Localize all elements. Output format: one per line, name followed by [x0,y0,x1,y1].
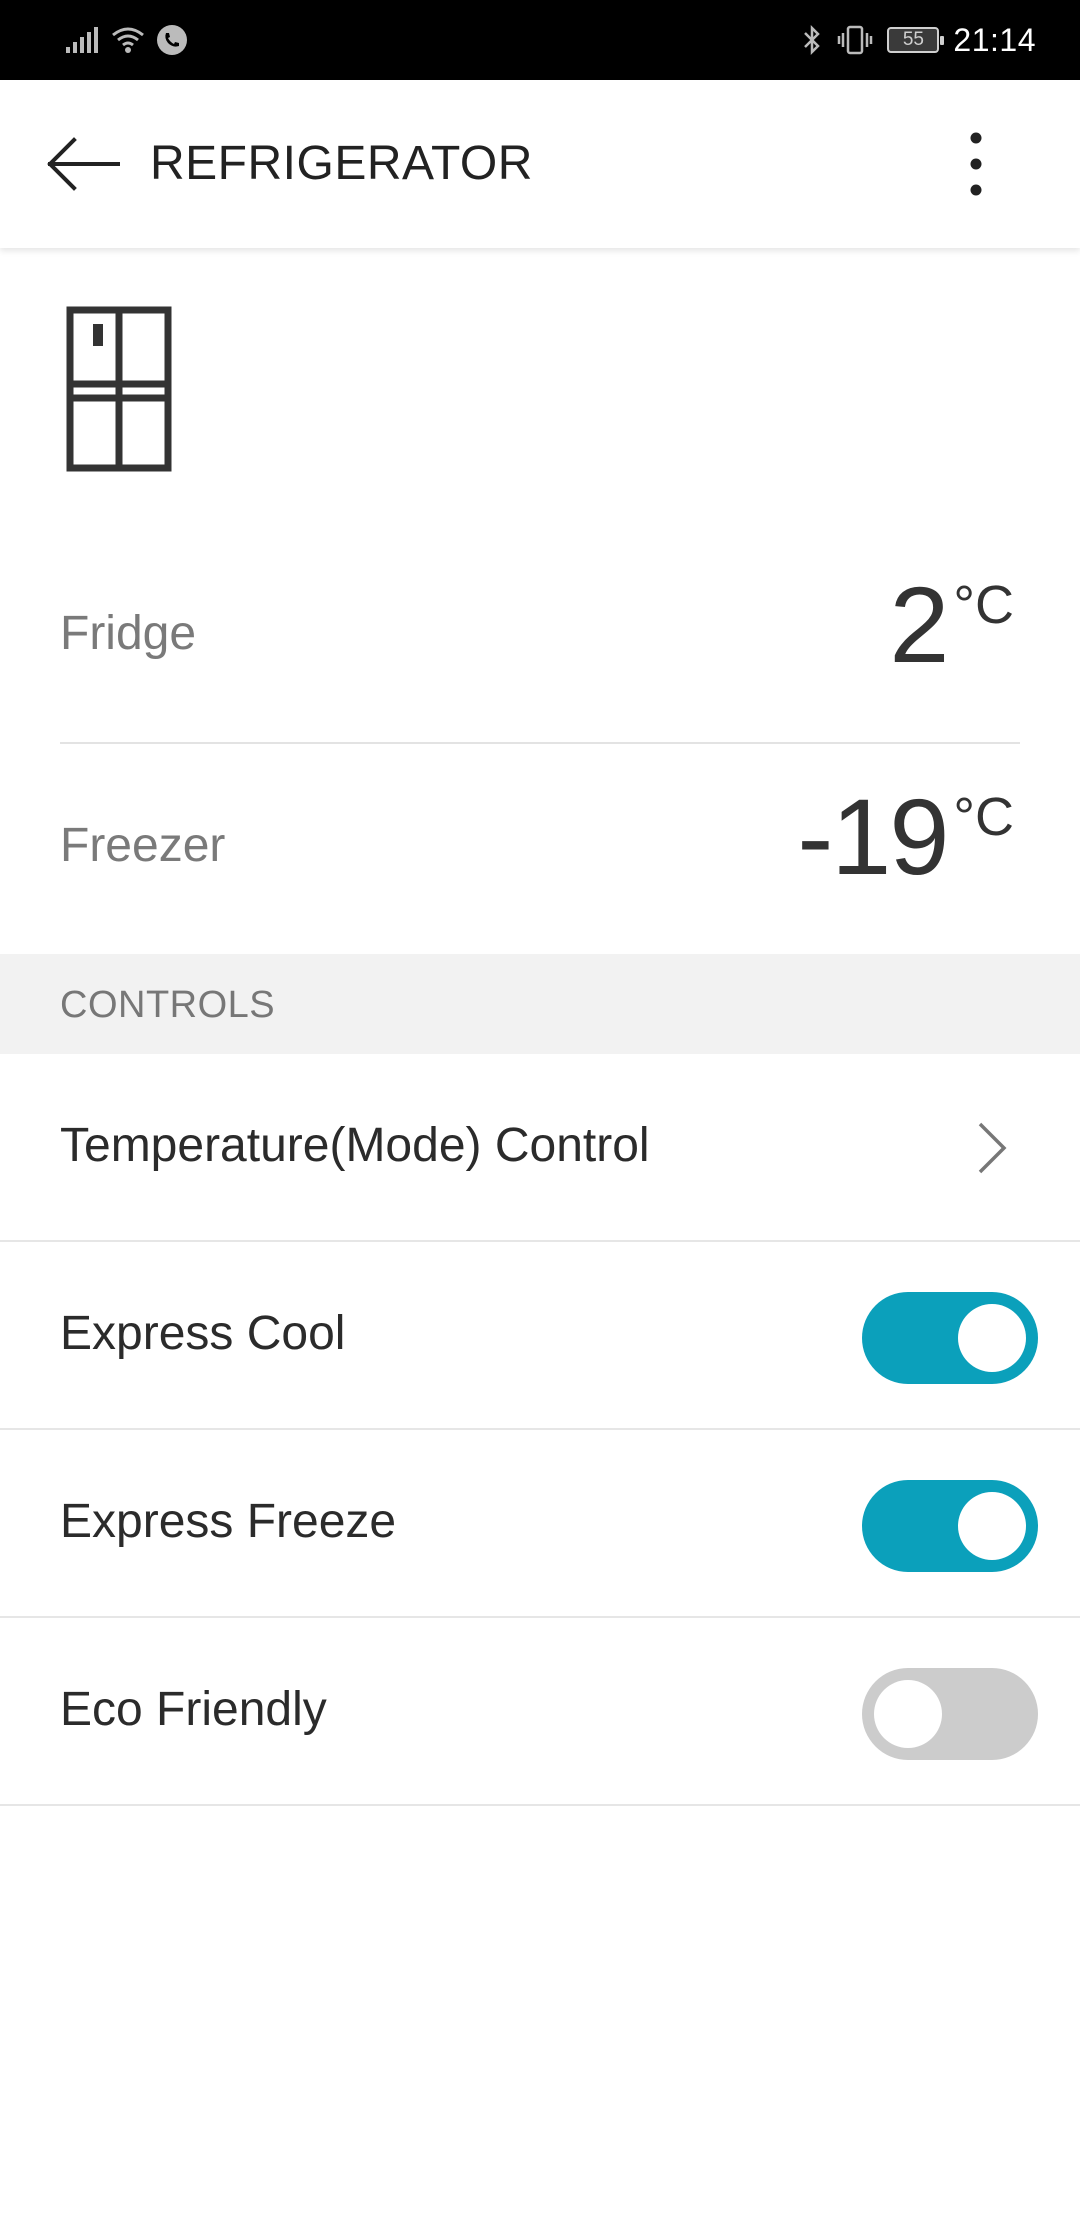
eco-friendly-toggle[interactable] [862,1668,1038,1760]
controls-section-header: CONTROLS [0,954,1080,1054]
status-bar: 55 21:14 [0,0,1080,80]
eco-friendly-row: Eco Friendly [0,1618,1080,1806]
vibrate-icon [838,25,873,55]
app-bar: REFRIGERATOR [0,80,1080,248]
express-freeze-row: Express Freeze [0,1430,1080,1618]
control-label: Express Freeze [60,1495,397,1548]
express-cool-toggle[interactable] [862,1292,1038,1384]
more-vert-icon[interactable] [956,128,996,200]
status-left [64,18,188,62]
freezer-temperature-value: -19 [797,776,949,897]
chevron-right-icon [978,1122,1007,1174]
control-label: Express Cool [60,1307,346,1360]
fridge-temperature-unit: °C [953,575,1014,635]
battery-icon: 55 [887,27,945,53]
status-right: 55 21:14 [801,18,1036,62]
express-freeze-toggle[interactable] [862,1480,1038,1572]
express-cool-row: Express Cool [0,1242,1080,1430]
page-title: REFRIGERATOR [150,137,533,190]
toggle-knob [958,1492,1026,1560]
control-label: Eco Friendly [60,1683,327,1736]
control-label: Temperature(Mode) Control [60,1119,650,1172]
bluetooth-icon [804,24,821,56]
freezer-label: Freezer [60,819,226,872]
toggle-knob [958,1304,1026,1372]
freezer-temperature-row: Freezer -19 °C [60,772,1020,922]
section-title: CONTROLS [60,984,276,1026]
freezer-temperature: -19 °C [797,772,1014,902]
temperature-mode-control-row[interactable]: Temperature(Mode) Control [0,1054,1080,1242]
status-time: 21:14 [953,21,1036,58]
fridge-temperature: 2 °C [889,560,1014,690]
call-icon [157,25,187,55]
signal-icon [66,27,98,53]
toggle-knob [874,1680,942,1748]
fridge-temperature-value: 2 [889,564,949,685]
wifi-icon [112,27,144,53]
fridge-temperature-row: Fridge 2 °C [60,560,1020,710]
battery-level: 55 [902,29,924,50]
refrigerator-icon [66,306,172,472]
divider [60,742,1020,744]
freezer-temperature-unit: °C [953,787,1014,847]
fridge-label: Fridge [60,607,197,660]
back-arrow-icon[interactable] [44,134,122,194]
